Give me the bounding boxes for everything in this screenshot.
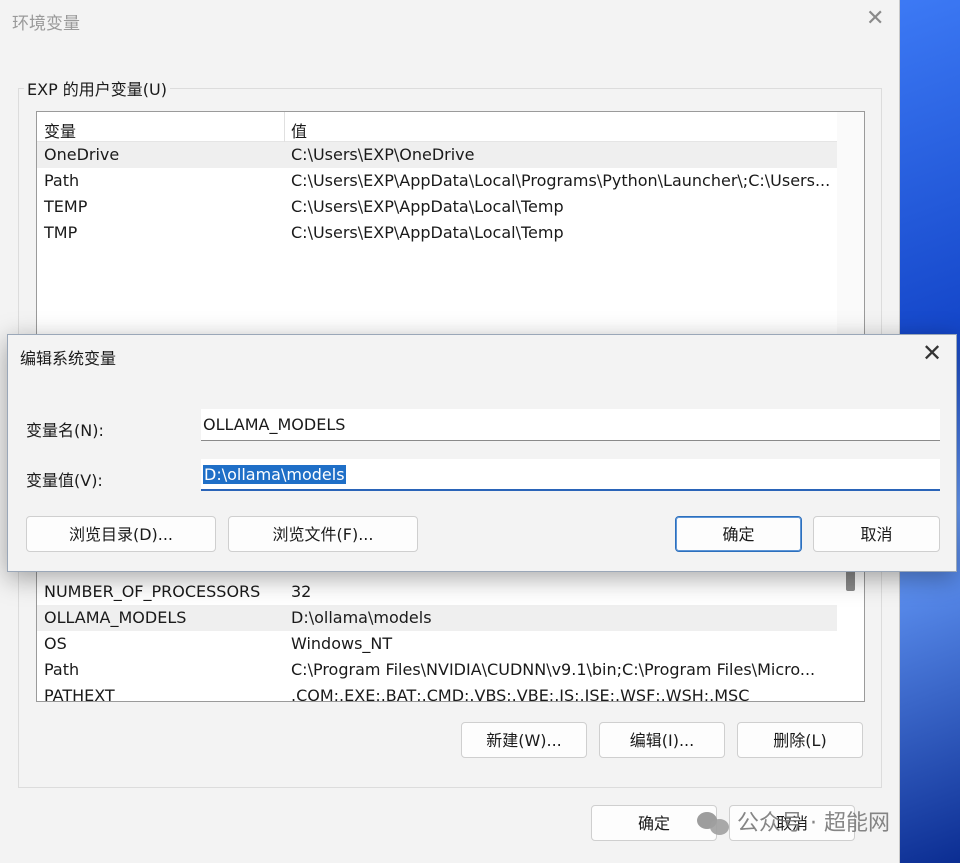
cancel-button[interactable]: 取消	[813, 516, 940, 552]
variable-name: NUMBER_OF_PROCESSORS	[44, 582, 261, 601]
user-variables-group-label: EXP 的用户变量(U)	[24, 76, 171, 100]
watermark: 公众号 · 超能网	[697, 806, 890, 842]
table-row[interactable]: OneDrive C:\Users\EXP\OneDrive	[37, 142, 837, 168]
variable-name: TMP	[44, 223, 78, 242]
dialog-title: 编辑系统变量	[20, 349, 117, 368]
close-icon[interactable]: ✕	[922, 341, 942, 365]
variable-name-input[interactable]: OLLAMA_MODELS	[201, 409, 940, 441]
variable-value: C:\Users\EXP\AppData\Local\Temp	[291, 197, 564, 216]
watermark-text: 公众号 · 超能网	[737, 811, 890, 836]
table-row[interactable]: OLLAMA_MODELS D:\ollama\models	[37, 605, 837, 631]
variable-name: OneDrive	[44, 145, 120, 164]
table-row[interactable]: NUMBER_OF_PROCESSORS 32	[37, 579, 837, 605]
variable-name: TEMP	[44, 197, 88, 216]
selected-text: D:\ollama\models	[203, 465, 346, 484]
variable-name: PATHEXT	[44, 686, 115, 702]
table-row[interactable]: Path C:\Program Files\NVIDIA\CUDNN\v9.1\…	[37, 657, 837, 683]
list-header: 变量 值	[37, 112, 837, 142]
variable-value: .COM;.EXE;.BAT;.CMD;.VBS;.VBE;.JS;.JSE;.…	[291, 686, 750, 702]
variable-value: D:\ollama\models	[291, 608, 432, 627]
variable-name: Path	[44, 660, 80, 679]
variable-value-label: 变量值(V):	[26, 471, 103, 490]
variable-name-label: 变量名(N):	[26, 421, 104, 440]
table-row[interactable]: TEMP C:\Users\EXP\AppData\Local\Temp	[37, 194, 837, 220]
edit-variable-button[interactable]: 编辑(I)...	[599, 722, 725, 758]
edit-system-variable-dialog: 编辑系统变量 ✕ 变量名(N): OLLAMA_MODELS 变量值(V): D…	[7, 334, 957, 572]
scrollbar-thumb[interactable]	[846, 569, 855, 591]
delete-variable-button[interactable]: 删除(L)	[737, 722, 863, 758]
variable-value: C:\Users\EXP\AppData\Local\Programs\Pyth…	[291, 171, 831, 190]
variable-value-input[interactable]: D:\ollama\models	[201, 459, 940, 491]
variable-value: C:\Program Files\NVIDIA\CUDNN\v9.1\bin;C…	[291, 660, 816, 679]
table-row[interactable]: TMP C:\Users\EXP\AppData\Local\Temp	[37, 220, 837, 246]
variable-name: OLLAMA_MODELS	[44, 608, 187, 627]
column-header-name[interactable]: 变量	[44, 118, 76, 142]
table-row[interactable]: OS Windows_NT	[37, 631, 837, 657]
browse-file-button[interactable]: 浏览文件(F)...	[228, 516, 418, 552]
variable-name: OS	[44, 634, 67, 653]
close-icon[interactable]: ✕	[866, 8, 884, 30]
user-variables-list[interactable]: 变量 值 OneDrive C:\Users\EXP\OneDrive Path…	[36, 111, 865, 351]
browse-directory-button[interactable]: 浏览目录(D)...	[26, 516, 216, 552]
variable-value: C:\Users\EXP\AppData\Local\Temp	[291, 223, 564, 242]
column-divider[interactable]	[284, 112, 285, 142]
system-variables-list[interactable]: NUMBER_OF_PROCESSORS 32 OLLAMA_MODELS D:…	[36, 560, 865, 702]
window-title: 环境变量	[12, 14, 80, 34]
list-scrollbar[interactable]	[837, 112, 864, 350]
new-variable-button[interactable]: 新建(W)...	[461, 722, 587, 758]
variable-value: C:\Users\EXP\OneDrive	[291, 145, 475, 164]
table-row[interactable]: Path C:\Users\EXP\AppData\Local\Programs…	[37, 168, 837, 194]
variable-value: 32	[291, 582, 312, 601]
variable-name: Path	[44, 171, 80, 190]
column-header-value[interactable]: 值	[291, 118, 307, 142]
table-row[interactable]: PATHEXT .COM;.EXE;.BAT;.CMD;.VBS;.VBE;.J…	[37, 683, 837, 702]
variable-value: Windows_NT	[291, 634, 393, 653]
ok-button[interactable]: 确定	[675, 516, 802, 552]
wechat-icon	[697, 810, 731, 838]
